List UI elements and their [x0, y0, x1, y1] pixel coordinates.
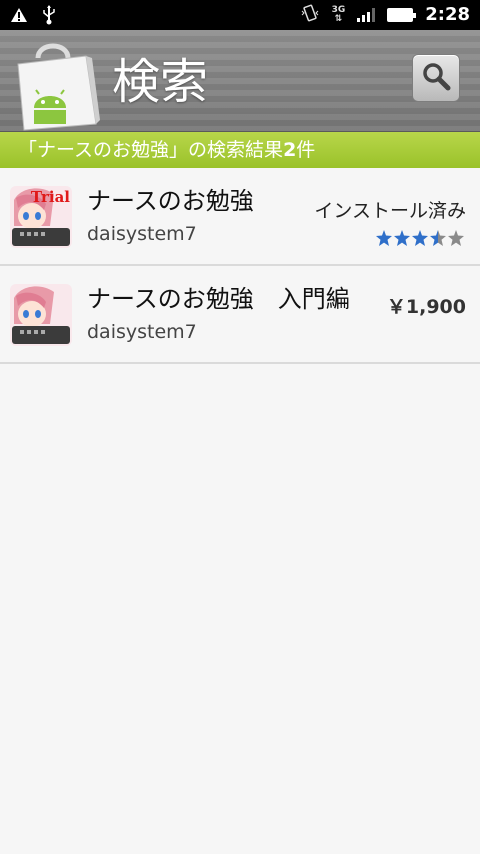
search-icon [421, 61, 451, 95]
results-suffix: 件 [296, 139, 316, 161]
list-item[interactable]: Trial ナースのお勉強 daisystem7 インストール済み [0, 168, 480, 266]
star-icon [394, 230, 410, 246]
list-item[interactable]: ナースのお勉強 入門編 daisystem7 ￥1,900 [0, 266, 480, 364]
battery-icon [387, 8, 417, 22]
app-icon-nurse-intro [10, 284, 72, 346]
results-prefix: 「ナースのお勉強」の検索結果 [18, 139, 284, 161]
vibrate-icon [300, 3, 320, 27]
half-star-icon [430, 230, 446, 246]
android-market-bag-icon[interactable] [12, 36, 100, 132]
app-icon-nurse-trial: Trial [10, 186, 72, 248]
app-developer: daisystem7 [87, 223, 197, 245]
star-icon [376, 230, 392, 246]
rating-stars [376, 230, 464, 246]
star-icon [412, 230, 428, 246]
page-title: 検索 [112, 54, 209, 110]
status-bar: 3G ⇅ 2:28 [0, 0, 480, 30]
usb-icon [42, 5, 56, 29]
warning-icon [10, 7, 28, 27]
results-list: Trial ナースのお勉強 daisystem7 インストール済み ナースのお勉… [0, 168, 480, 364]
search-button[interactable] [412, 54, 460, 102]
results-count-bar: 「ナースのお勉強」の検索結果2件 [0, 132, 480, 168]
app-price: ￥1,900 [386, 296, 466, 318]
trial-badge: Trial [31, 188, 70, 206]
empty-star-icon [448, 230, 464, 246]
app-name: ナースのお勉強 入門編 [87, 282, 377, 316]
results-count: 2 [283, 139, 297, 161]
status-time: 2:28 [425, 4, 470, 25]
install-status: インストール済み [314, 200, 466, 222]
network-type-3g: 3G ⇅ [331, 5, 346, 24]
title-bar: 検索 [0, 30, 480, 132]
signal-icon [357, 8, 376, 22]
app-developer: daisystem7 [87, 321, 197, 343]
